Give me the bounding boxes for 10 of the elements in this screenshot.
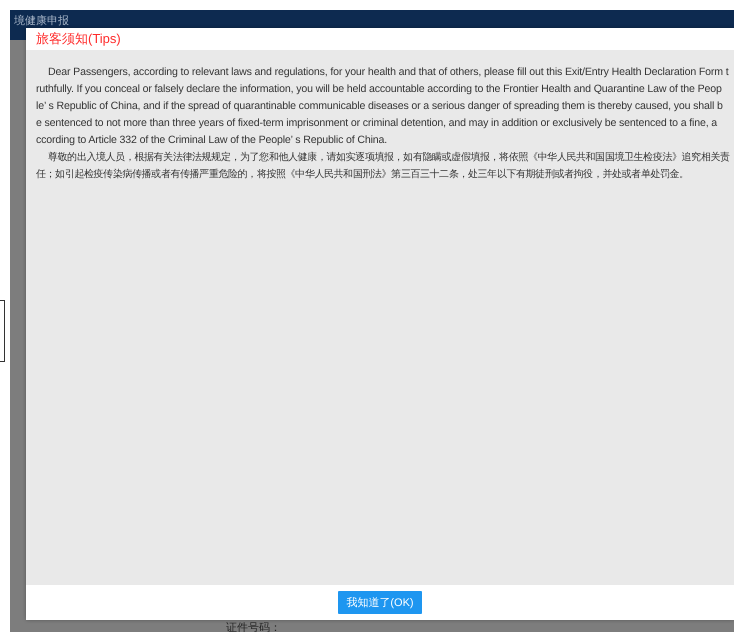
notice-text: ruthfully. If you conceal or falsely declare the information, you will be held accountable according to the Frontier Health and Quarantine Law of the Peop [36, 82, 722, 97]
notice-text: le’ s Republic of China, and if the spread of quarantinable communicable diseases or a serious danger of spreading them is thereby caused, you shall b [36, 99, 723, 114]
dialog-title: 旅客须知(Tips) [36, 30, 121, 48]
ok-button[interactable]: 我知道了(OK) [338, 591, 422, 614]
page-title: 境健康申报 [14, 14, 69, 28]
notice-text: 任；如引起检疫传染病传播或者有传播严重危险的，将按照《中华人民共和国刑法》第三百三十二条，处三年以下有期徒刑或者拘役，并处或者单处罚金。 [36, 168, 689, 182]
notice-text: Dear Passengers, according to relevant laws and regulations, for your health and that of others, please fill out this Exit/Entry Health Declaration Form t [47, 65, 729, 80]
notice-text: ccording to Article 332 of the Criminal Law of the People’ s Republic of China. [36, 133, 388, 148]
notice-text: 尊敬的出入境人员，根据有关法律法规规定，为了您和他人健康，请如实逐项填报，如有隐瞒或虚假填报，将依照《中华人民共和国国境卫生检疫法》追究相关责 [47, 150, 730, 165]
notice-text: e sentenced to not more than three years of fixed-term imprisonment or criminal detention, and may in addition or exclusively be sentenced to a fine, a [36, 116, 718, 131]
